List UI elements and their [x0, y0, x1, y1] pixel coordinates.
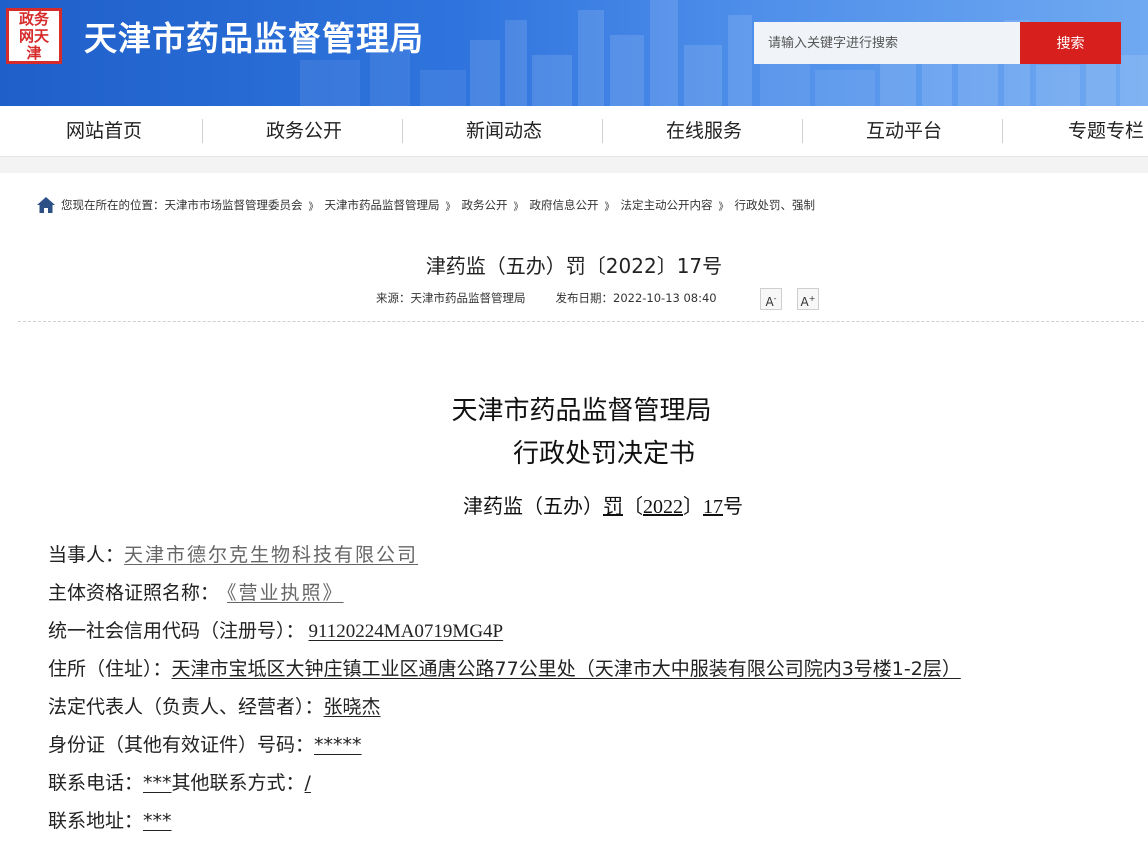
field-label: 住所（住址）： — [48, 658, 172, 680]
nav-divider — [802, 119, 803, 143]
breadcrumb-link[interactable]: 天津市药品监督管理局 — [325, 197, 440, 213]
breadcrumb-link[interactable]: 天津市市场监督管理委员会 — [165, 197, 303, 213]
breadcrumb-separator: 》 — [445, 201, 456, 213]
field-label: 联系电话： — [48, 772, 144, 794]
field-value: 91120224MA0719MG4P — [308, 621, 504, 642]
field-id-number: 身份证（其他有效证件）号码：***** — [48, 730, 362, 757]
field-value: / — [304, 772, 311, 794]
field-label: 法定代表人（负责人、经营者）： — [48, 696, 324, 718]
doc-number-text: 罚 — [603, 494, 623, 518]
nav-content-gap — [0, 157, 1148, 173]
search-button[interactable]: 搜索 — [1020, 22, 1121, 64]
font-increase-button[interactable]: A+ — [797, 288, 819, 310]
field-value: 天津市宝坻区大钟庄镇工业区通唐公路77公里处（天津市大中服装有限公司院内3号楼1… — [171, 658, 961, 680]
nav-item-online-service[interactable]: 在线服务 — [604, 106, 804, 156]
divider — [18, 321, 1144, 322]
doc-number-text: 〔 — [623, 494, 643, 518]
breadcrumb: 您现在所在的位置： 天津市市场监督管理委员会 》 天津市药品监督管理局 》 政务… — [36, 196, 815, 214]
field-license: 主体资格证照名称： 《营业执照》 — [48, 578, 346, 605]
nav-item-home[interactable]: 网站首页 — [4, 106, 204, 156]
breadcrumb-separator: 》 — [308, 201, 319, 213]
nav-divider — [602, 119, 603, 143]
article-date: 发布日期：2022-10-13 08:40 — [555, 291, 717, 305]
doc-number-text: 〕 — [683, 494, 703, 518]
field-legal-rep: 法定代表人（负责人、经营者）：张晓杰 — [48, 692, 381, 719]
breadcrumb-separator: 》 — [718, 201, 729, 213]
breadcrumb-separator: 》 — [513, 201, 524, 213]
nav-divider — [202, 119, 203, 143]
breadcrumb-prefix: 您现在所在的位置： — [61, 198, 165, 212]
article-heading: 津药监（五办）罚〔2022〕17号 — [425, 254, 723, 278]
field-value: ***** — [314, 734, 362, 756]
article-meta: 来源：天津市药品监督管理局 发布日期：2022-10-13 08:40 — [376, 290, 717, 306]
field-value: 张晓杰 — [323, 696, 381, 718]
field-contact-address: 联系地址：*** — [48, 806, 172, 833]
breadcrumb-link[interactable]: 法定主动公开内容 — [621, 197, 713, 213]
breadcrumb-link[interactable]: 政务公开 — [462, 197, 508, 213]
breadcrumb-link[interactable]: 行政处罚、强制 — [735, 197, 816, 213]
field-label: 其他联系方式： — [171, 772, 305, 794]
nav-item-gov-affairs[interactable]: 政务公开 — [204, 106, 404, 156]
doc-number-text: 津药监（五办） — [463, 494, 603, 518]
font-decrease-button[interactable]: A- — [760, 288, 782, 310]
doc-number-text: 号 — [723, 494, 743, 518]
document-number: 津药监（五办）罚〔2022〕17号 — [0, 490, 1148, 519]
breadcrumb-separator: 》 — [604, 201, 615, 213]
field-label: 身份证（其他有效证件）号码： — [48, 734, 315, 756]
font-increase-label: A — [800, 295, 809, 309]
search-box: 搜索 — [754, 22, 1121, 64]
nav-divider — [402, 119, 403, 143]
nav-divider — [1002, 119, 1003, 143]
doc-number-seq: 17 — [703, 496, 723, 518]
field-label: 主体资格证照名称： — [48, 582, 220, 604]
article-source: 来源：天津市药品监督管理局 — [376, 291, 526, 305]
field-label: 统一社会信用代码（注册号）： — [48, 620, 305, 642]
field-value: *** — [143, 810, 172, 832]
document-title-line2: 行政处罚决定书 — [512, 439, 695, 469]
home-icon[interactable] — [36, 196, 56, 214]
breadcrumb-link[interactable]: 政府信息公开 — [530, 197, 599, 213]
logo-text: 政务网天津 — [18, 9, 49, 62]
site-title: 天津市药品监督管理局 — [84, 19, 424, 58]
nav-item-special-topics[interactable]: 专题专栏 — [1004, 106, 1148, 156]
doc-number-year: 2022 — [643, 496, 683, 518]
search-input[interactable] — [754, 22, 1020, 64]
field-address: 住所（住址）：天津市宝坻区大钟庄镇工业区通唐公路77公里处（天津市大中服装有限公… — [48, 654, 961, 681]
field-value: 《营业执照》 — [227, 582, 344, 604]
font-decrease-label: A — [765, 295, 774, 309]
field-phone: 联系电话：***其他联系方式：/ — [48, 768, 311, 795]
field-party: 当事人：天津市德尔克生物科技有限公司 — [48, 540, 418, 567]
nav-item-interaction[interactable]: 互动平台 — [804, 106, 1004, 156]
field-value: *** — [143, 772, 172, 794]
document-title-line1: 天津市药品监督管理局 — [451, 396, 712, 426]
field-label: 联系地址： — [48, 810, 144, 832]
field-label: 当事人： — [48, 544, 125, 566]
field-credit-code: 统一社会信用代码（注册号）： 91120224MA0719MG4P — [48, 616, 503, 643]
main-nav: 网站首页 政务公开 新闻动态 在线服务 互动平台 专题专栏 — [0, 106, 1148, 157]
nav-item-news[interactable]: 新闻动态 — [404, 106, 604, 156]
site-header: 政务网天津 天津市药品监督管理局 搜索 — [0, 0, 1148, 106]
field-value: 天津市德尔克生物科技有限公司 — [124, 544, 419, 566]
site-logo[interactable]: 政务网天津 — [6, 8, 62, 64]
